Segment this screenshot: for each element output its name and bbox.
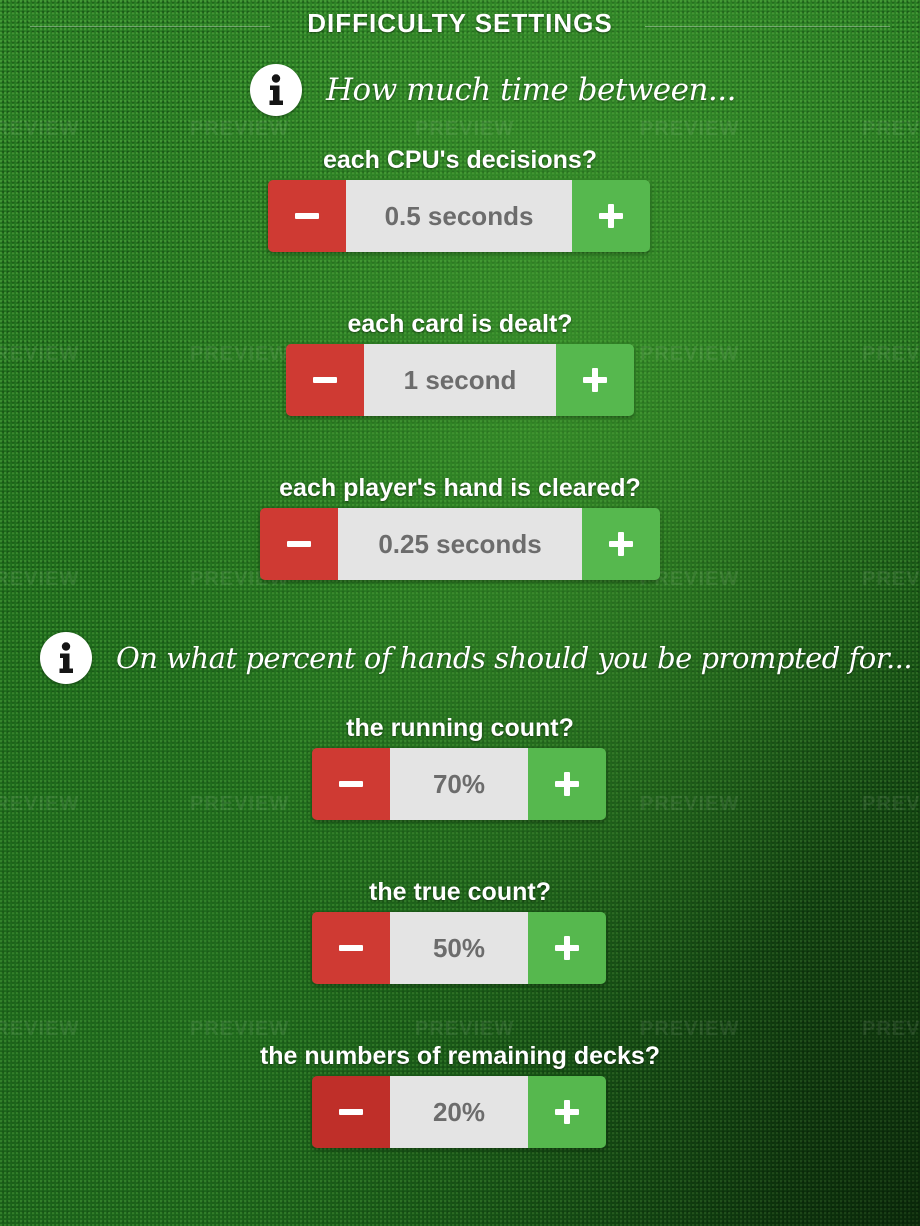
page-header: DIFFICULTY SETTINGS xyxy=(0,4,920,44)
increment-button[interactable] xyxy=(582,508,660,580)
watermark: PREVIEW xyxy=(190,1018,290,1040)
page-title: DIFFICULTY SETTINGS xyxy=(307,8,613,38)
increment-button[interactable] xyxy=(556,344,634,416)
plus-icon xyxy=(583,368,607,392)
remaining-decks-stepper: 20% xyxy=(312,1076,606,1148)
watermark: PREVIEW xyxy=(640,1018,740,1040)
watermark: PREVIEW xyxy=(862,1018,920,1040)
watermark: PREVIEW xyxy=(0,568,80,590)
decrement-button[interactable] xyxy=(286,344,364,416)
decrement-button[interactable] xyxy=(260,508,338,580)
plus-icon xyxy=(599,204,623,228)
watermark: PREVIEW xyxy=(640,343,740,365)
plus-icon xyxy=(609,532,633,556)
minus-icon xyxy=(313,377,337,383)
info-icon[interactable] xyxy=(250,64,302,116)
remaining-decks-value: 20% xyxy=(390,1076,528,1148)
info-icon[interactable] xyxy=(40,632,92,684)
decrement-button[interactable] xyxy=(312,748,390,820)
running-count-value: 70% xyxy=(390,748,528,820)
running-count-stepper: 70% xyxy=(312,748,606,820)
setting-label-hand-cleared: each player's hand is cleared? xyxy=(279,474,641,502)
watermark: PREVIEW xyxy=(0,793,80,815)
decrement-button[interactable] xyxy=(312,912,390,984)
watermark: PREVIEW xyxy=(0,1018,80,1040)
header-divider-right xyxy=(645,26,890,27)
setting-label-cpu-decisions: each CPU's decisions? xyxy=(322,146,598,174)
watermark: PREVIEW xyxy=(862,343,920,365)
watermark-row: PREVIEW PREVIEW PREVIEW PREVIEW PREVIEW xyxy=(0,118,920,148)
decrement-button[interactable] xyxy=(312,1076,390,1148)
setting-label-running-count: the running count? xyxy=(346,714,574,742)
cpu-decisions-value: 0.5 seconds xyxy=(346,180,572,252)
watermark: PREVIEW xyxy=(640,793,740,815)
hand-cleared-value: 0.25 seconds xyxy=(338,508,582,580)
hand-cleared-stepper: 0.25 seconds xyxy=(260,508,660,580)
section-prompt-text: On what percent of hands should you be p… xyxy=(116,641,913,675)
watermark: PREVIEW xyxy=(190,343,290,365)
minus-icon xyxy=(339,781,363,787)
increment-button[interactable] xyxy=(528,912,606,984)
cpu-decisions-stepper: 0.5 seconds xyxy=(268,180,650,252)
section-prompt-text: How much time between... xyxy=(326,72,737,108)
section-time-prompt: How much time between... xyxy=(250,62,737,118)
decrement-button[interactable] xyxy=(268,180,346,252)
setting-label-remaining-decks: the numbers of remaining decks? xyxy=(259,1042,661,1070)
plus-icon xyxy=(555,772,579,796)
watermark: PREVIEW xyxy=(640,118,740,140)
section-percent-prompt: On what percent of hands should you be p… xyxy=(40,630,913,686)
watermark: PREVIEW xyxy=(415,1018,515,1040)
watermark: PREVIEW xyxy=(0,118,80,140)
minus-icon xyxy=(339,945,363,951)
minus-icon xyxy=(295,213,319,219)
card-dealt-stepper: 1 second xyxy=(286,344,634,416)
watermark: PREVIEW xyxy=(862,118,920,140)
minus-icon xyxy=(339,1109,363,1115)
increment-button[interactable] xyxy=(572,180,650,252)
watermark: PREVIEW xyxy=(862,793,920,815)
watermark: PREVIEW xyxy=(190,118,290,140)
increment-button[interactable] xyxy=(528,1076,606,1148)
watermark: PREVIEW xyxy=(0,343,80,365)
setting-label-true-count: the true count? xyxy=(369,878,551,906)
card-dealt-value: 1 second xyxy=(364,344,556,416)
setting-label-card-dealt: each card is dealt? xyxy=(347,310,573,338)
increment-button[interactable] xyxy=(528,748,606,820)
true-count-value: 50% xyxy=(390,912,528,984)
plus-icon xyxy=(555,936,579,960)
watermark: PREVIEW xyxy=(415,118,515,140)
plus-icon xyxy=(555,1100,579,1124)
watermark: PREVIEW xyxy=(862,568,920,590)
watermark: PREVIEW xyxy=(190,793,290,815)
minus-icon xyxy=(287,541,311,547)
true-count-stepper: 50% xyxy=(312,912,606,984)
